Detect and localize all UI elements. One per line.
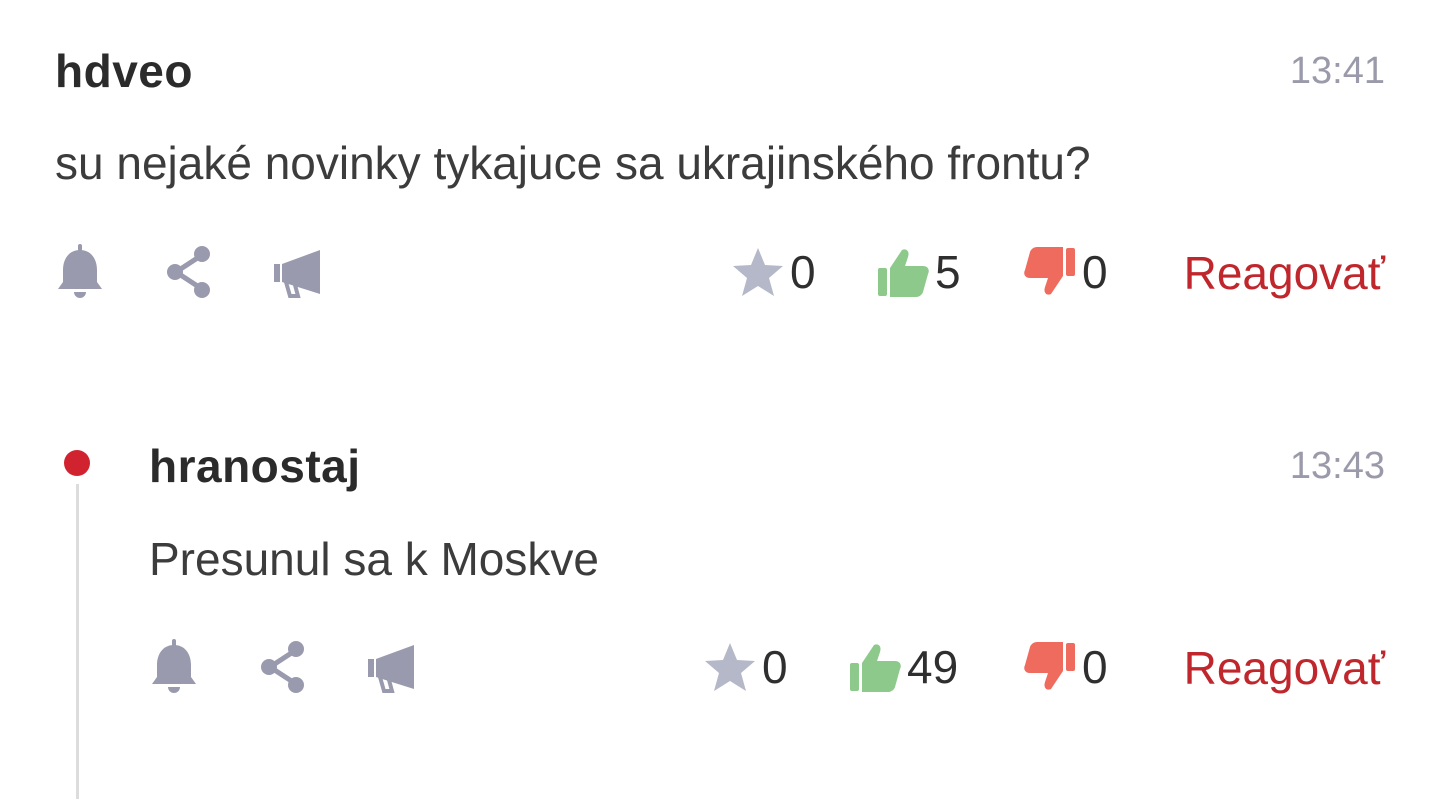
comment-author[interactable]: hdveo [55, 48, 193, 94]
star-icon [733, 248, 783, 296]
thumbs-up-icon [850, 644, 901, 692]
share-button[interactable] [256, 637, 312, 697]
comment-text: su nejaké novinky tykajuce sa ukrajinské… [55, 137, 1091, 189]
star-count: 0 [762, 641, 788, 693]
comment-time: 13:41 [1289, 50, 1385, 92]
share-icon [261, 641, 304, 693]
like-count: 5 [935, 246, 961, 298]
like-count: 49 [907, 641, 959, 693]
bell-button[interactable] [52, 242, 108, 302]
like-vote[interactable]: 49 [847, 637, 958, 697]
thumbs-up-icon [878, 249, 929, 297]
report-button[interactable] [270, 242, 326, 302]
dislike-vote[interactable]: 0 [1022, 242, 1108, 302]
comment-text: Presunul sa k Moskve [149, 533, 599, 585]
like-vote[interactable]: 5 [875, 242, 961, 302]
thread-indicator-dot [64, 450, 90, 476]
thumbs-down-icon [1024, 642, 1075, 690]
dislike-count: 0 [1082, 246, 1108, 298]
share-icon [167, 246, 210, 298]
comment-author[interactable]: hranostaj [149, 443, 361, 489]
star-count: 0 [790, 246, 816, 298]
thumbs-down-icon [1024, 247, 1075, 295]
star-vote[interactable]: 0 [730, 242, 816, 302]
star-icon [705, 643, 755, 691]
bell-button[interactable] [146, 637, 202, 697]
bell-icon [152, 639, 196, 693]
star-vote[interactable]: 0 [702, 637, 788, 697]
megaphone-icon [368, 645, 414, 693]
bell-icon [58, 244, 102, 298]
reply-button[interactable]: Reagovať [1184, 645, 1385, 691]
comment-time: 13:43 [1289, 445, 1385, 487]
share-button[interactable] [162, 242, 218, 302]
thread-line [76, 484, 79, 799]
reply-button[interactable]: Reagovať [1184, 250, 1385, 296]
megaphone-icon [274, 250, 320, 298]
dislike-count: 0 [1082, 641, 1108, 693]
dislike-vote[interactable]: 0 [1022, 637, 1108, 697]
report-button[interactable] [364, 637, 420, 697]
